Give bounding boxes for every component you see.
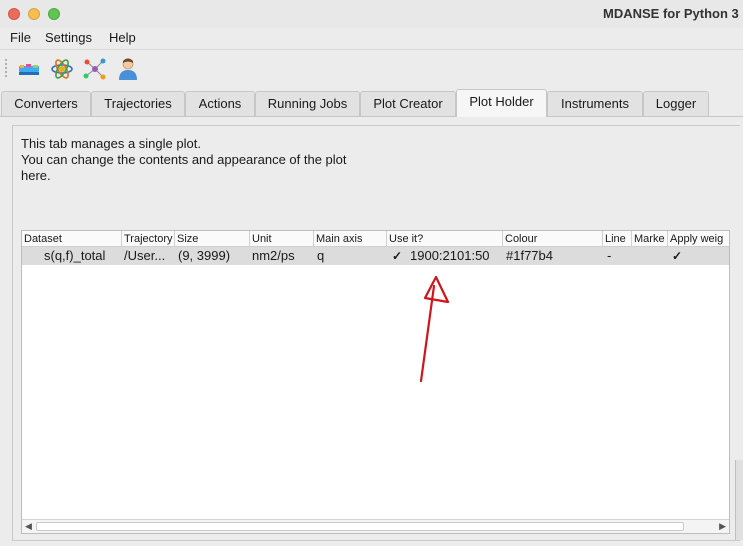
cell-dataset[interactable]: s(q,f)_total: [44, 247, 122, 265]
col-size[interactable]: Size: [175, 231, 250, 247]
col-main-axis[interactable]: Main axis: [314, 231, 387, 247]
minimize-window-button[interactable]: [28, 8, 40, 20]
user-icon[interactable]: [115, 56, 141, 82]
tab-running-jobs[interactable]: Running Jobs: [255, 91, 360, 116]
scroll-left-icon[interactable]: ◀: [25, 521, 32, 532]
scroll-right-icon[interactable]: ▶: [719, 521, 726, 532]
scrollbar-thumb[interactable]: [36, 522, 684, 531]
col-dataset[interactable]: Dataset: [22, 231, 122, 247]
plot-data-table[interactable]: Dataset Trajectory Size Unit Main axis U…: [21, 230, 730, 534]
col-marker[interactable]: Marke: [632, 231, 668, 247]
cell-size[interactable]: (9, 3999): [178, 247, 248, 265]
cell-colour[interactable]: #1f77b4: [506, 247, 601, 265]
info-line-3: here.: [21, 168, 51, 183]
tab-actions[interactable]: Actions: [185, 91, 255, 116]
cell-main-axis[interactable]: q: [317, 247, 377, 265]
tab-instruments[interactable]: Instruments: [547, 91, 643, 116]
tab-logger[interactable]: Logger: [643, 91, 709, 116]
toolbar: [0, 49, 743, 87]
tab-plot-holder[interactable]: Plot Holder: [456, 89, 547, 117]
tab-divider: [0, 116, 743, 117]
tab-trajectories[interactable]: Trajectories: [91, 91, 185, 116]
cell-line[interactable]: -: [607, 247, 627, 265]
col-line[interactable]: Line: [603, 231, 632, 247]
toolbar-grip[interactable]: [4, 58, 8, 78]
info-line-1: This tab manages a single plot.: [21, 136, 201, 151]
col-use-it[interactable]: Use it?: [387, 231, 503, 247]
tab-converters[interactable]: Converters: [1, 91, 91, 116]
tab-plot-creator[interactable]: Plot Creator: [360, 91, 456, 116]
col-unit[interactable]: Unit: [250, 231, 314, 247]
col-colour[interactable]: Colour: [503, 231, 603, 247]
info-text: This tab manages a single plot. You can …: [21, 136, 347, 184]
table-header: Dataset Trajectory Size Unit Main axis U…: [22, 231, 729, 247]
col-trajectory[interactable]: Trajectory: [122, 231, 175, 247]
menu-settings[interactable]: Settings: [45, 30, 92, 45]
menu-bar: File Settings Help: [0, 28, 743, 48]
use-it-checkbox[interactable]: ✓: [392, 247, 406, 265]
cell-range[interactable]: 1900:2101:50: [410, 247, 502, 265]
maximize-window-button[interactable]: [48, 8, 60, 20]
table-row[interactable]: s(q,f)_total /User... (9, 3999) nm2/ps q…: [22, 247, 729, 265]
window-title: MDANSE for Python 3: [603, 6, 739, 21]
window-edge: [735, 460, 743, 540]
atom-icon[interactable]: [49, 56, 75, 82]
close-window-button[interactable]: [8, 8, 20, 20]
loader-icon[interactable]: [16, 56, 42, 82]
tab-bar: Converters Trajectories Actions Running …: [0, 89, 743, 117]
menu-file[interactable]: File: [10, 30, 31, 45]
horizontal-scrollbar[interactable]: ◀ ▶: [22, 519, 729, 533]
title-bar: MDANSE for Python 3: [0, 0, 743, 28]
cell-trajectory[interactable]: /User...: [124, 247, 174, 265]
col-apply-weights[interactable]: Apply weig: [668, 231, 729, 247]
network-icon[interactable]: [82, 56, 108, 82]
info-line-2: You can change the contents and appearan…: [21, 152, 347, 167]
apply-weights-checkbox[interactable]: ✓: [672, 247, 686, 265]
cell-marker[interactable]: [634, 247, 664, 265]
cell-unit[interactable]: nm2/ps: [252, 247, 312, 265]
menu-help[interactable]: Help: [109, 30, 136, 45]
